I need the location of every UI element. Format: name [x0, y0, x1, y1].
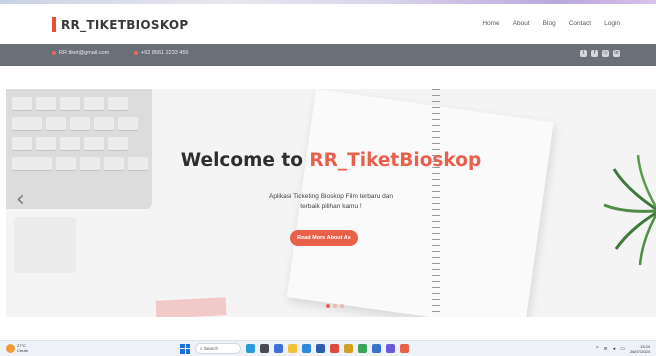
social-links: t f ◎ in [580, 50, 620, 57]
hero-subtitle-line1: Aplikasi Ticketing Bioskop Film terbaru … [269, 193, 393, 200]
read-more-button[interactable]: Read More About As [290, 230, 358, 246]
twitter-icon[interactable]: t [580, 50, 587, 57]
xampp-icon[interactable] [400, 344, 409, 353]
navbar: RR_TIKETBIOSKOP Home About Blog Contact … [0, 4, 656, 44]
system-tray: ^ ≋ ◂ ▭ 13:24 26/07/2024 [596, 344, 650, 354]
edge-icon[interactable] [246, 344, 255, 353]
phone-info: +62 8561 2233 456 [134, 50, 189, 56]
hero-subtitle-line2: terbaik pilihan kamu ! [300, 203, 362, 210]
store-icon[interactable] [316, 344, 325, 353]
pink-card-image [155, 297, 227, 317]
wifi-icon[interactable]: ≋ [604, 346, 608, 352]
email-text: RR tiket@gmail.com [59, 50, 110, 56]
weather-description: Cerah [17, 348, 28, 353]
laptop-keyboard-image [6, 89, 152, 209]
volume-icon[interactable]: ◂ [613, 346, 616, 352]
chrome-icon[interactable] [358, 344, 367, 353]
file-explorer-icon[interactable] [288, 344, 297, 353]
hero-title-prefix: Welcome to [180, 150, 310, 171]
windows-start-icon[interactable] [180, 343, 190, 354]
facebook-icon[interactable]: f [591, 50, 598, 57]
files-icon[interactable] [344, 344, 353, 353]
linkedin-icon[interactable]: in [613, 50, 620, 57]
brand-accent-bar [52, 17, 56, 32]
brand-logo[interactable]: RR_TIKETBIOSKOP [52, 17, 189, 32]
hero-subtitle: Aplikasi Ticketing Bioskop Film terbaru … [6, 192, 656, 212]
clock-date: 26/07/2024 [629, 349, 650, 354]
carousel-dot-3[interactable] [340, 304, 344, 308]
hero-title-accent: RR_TiketBioskop [309, 150, 482, 171]
carousel-dot-1[interactable] [326, 304, 330, 308]
media-icon[interactable] [330, 344, 339, 353]
nav-blog[interactable]: Blog [543, 20, 556, 27]
sun-icon [6, 343, 15, 353]
task-view-icon[interactable] [260, 344, 269, 353]
hero-carousel: Welcome to RR_TiketBioskop Aplikasi Tick… [6, 89, 656, 317]
carousel-dot-2[interactable] [333, 304, 337, 308]
nav-contact[interactable]: Contact [569, 20, 591, 27]
clock[interactable]: 13:24 26/07/2024 [630, 344, 650, 354]
chat-icon[interactable] [274, 344, 283, 353]
nav-menu: Home About Blog Contact Login [482, 20, 620, 27]
chevron-up-icon[interactable]: ^ [596, 346, 598, 352]
nav-home[interactable]: Home [482, 20, 499, 27]
taskbar-search[interactable]: ⌕ Search [195, 343, 241, 354]
app-icon[interactable] [386, 344, 395, 353]
laptop-trackpad [14, 217, 76, 273]
weather-widget[interactable]: 27°C Cerah [6, 343, 28, 353]
brand-name: RR_TIKETBIOSKOP [61, 17, 189, 32]
carousel-indicators [326, 304, 344, 308]
taskbar-apps: ⌕ Search [180, 343, 409, 354]
mail-icon [52, 51, 56, 55]
windows-taskbar: 27°C Cerah ⌕ Search ^ ≋ ◂ ▭ 13:24 26/07/… [0, 340, 656, 356]
email-info: RR tiket@gmail.com [52, 50, 109, 56]
browser-icon[interactable] [302, 344, 311, 353]
contact-info-bar: RR tiket@gmail.com +62 8561 2233 456 t f… [0, 44, 656, 66]
carousel-prev-arrow-icon[interactable]: ‹ [16, 187, 25, 212]
hero-title: Welcome to RR_TiketBioskop [6, 150, 656, 171]
nav-login[interactable]: Login [604, 20, 620, 27]
code-icon[interactable] [372, 344, 381, 353]
nav-about[interactable]: About [513, 20, 530, 27]
taskbar-search-placeholder: Search [203, 346, 219, 351]
phone-icon [134, 51, 138, 55]
instagram-icon[interactable]: ◎ [602, 50, 609, 57]
battery-icon[interactable]: ▭ [620, 346, 625, 352]
phone-text: +62 8561 2233 456 [141, 50, 189, 56]
